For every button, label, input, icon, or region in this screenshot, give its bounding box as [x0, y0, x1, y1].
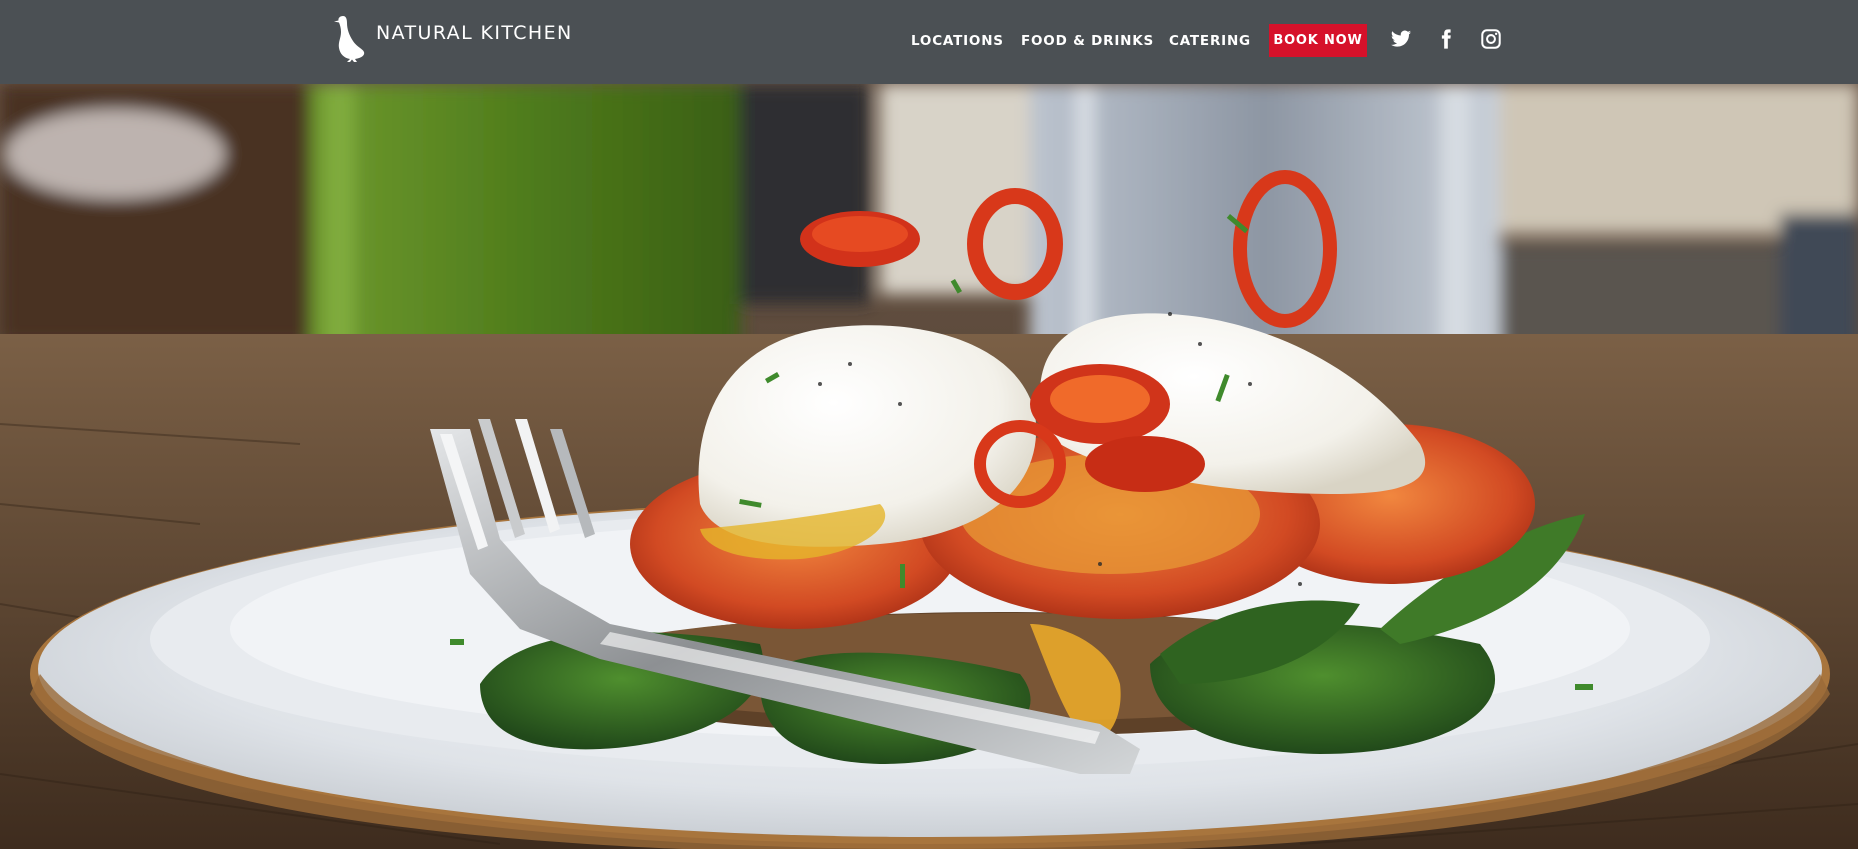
brand-name: NATURAL KITCHEN — [376, 22, 573, 44]
nav-locations[interactable]: LOCATIONS — [911, 24, 1004, 58]
nav-food-drinks[interactable]: FOOD & DRINKS — [1021, 24, 1154, 58]
twitter-icon[interactable] — [1390, 28, 1412, 50]
facebook-icon[interactable] — [1435, 28, 1457, 50]
logo-link[interactable]: NATURAL KITCHEN — [332, 14, 573, 62]
site-header: NATURAL KITCHEN LOCATIONS FOOD & DRINKS … — [0, 0, 1858, 84]
book-now-button[interactable]: BOOK NOW — [1269, 24, 1367, 57]
instagram-icon[interactable] — [1480, 28, 1502, 50]
poached-eggs-dish-photo — [0, 84, 1858, 849]
hero-image — [0, 84, 1858, 849]
duck-icon — [334, 16, 365, 62]
nav-catering[interactable]: CATERING — [1169, 24, 1251, 58]
